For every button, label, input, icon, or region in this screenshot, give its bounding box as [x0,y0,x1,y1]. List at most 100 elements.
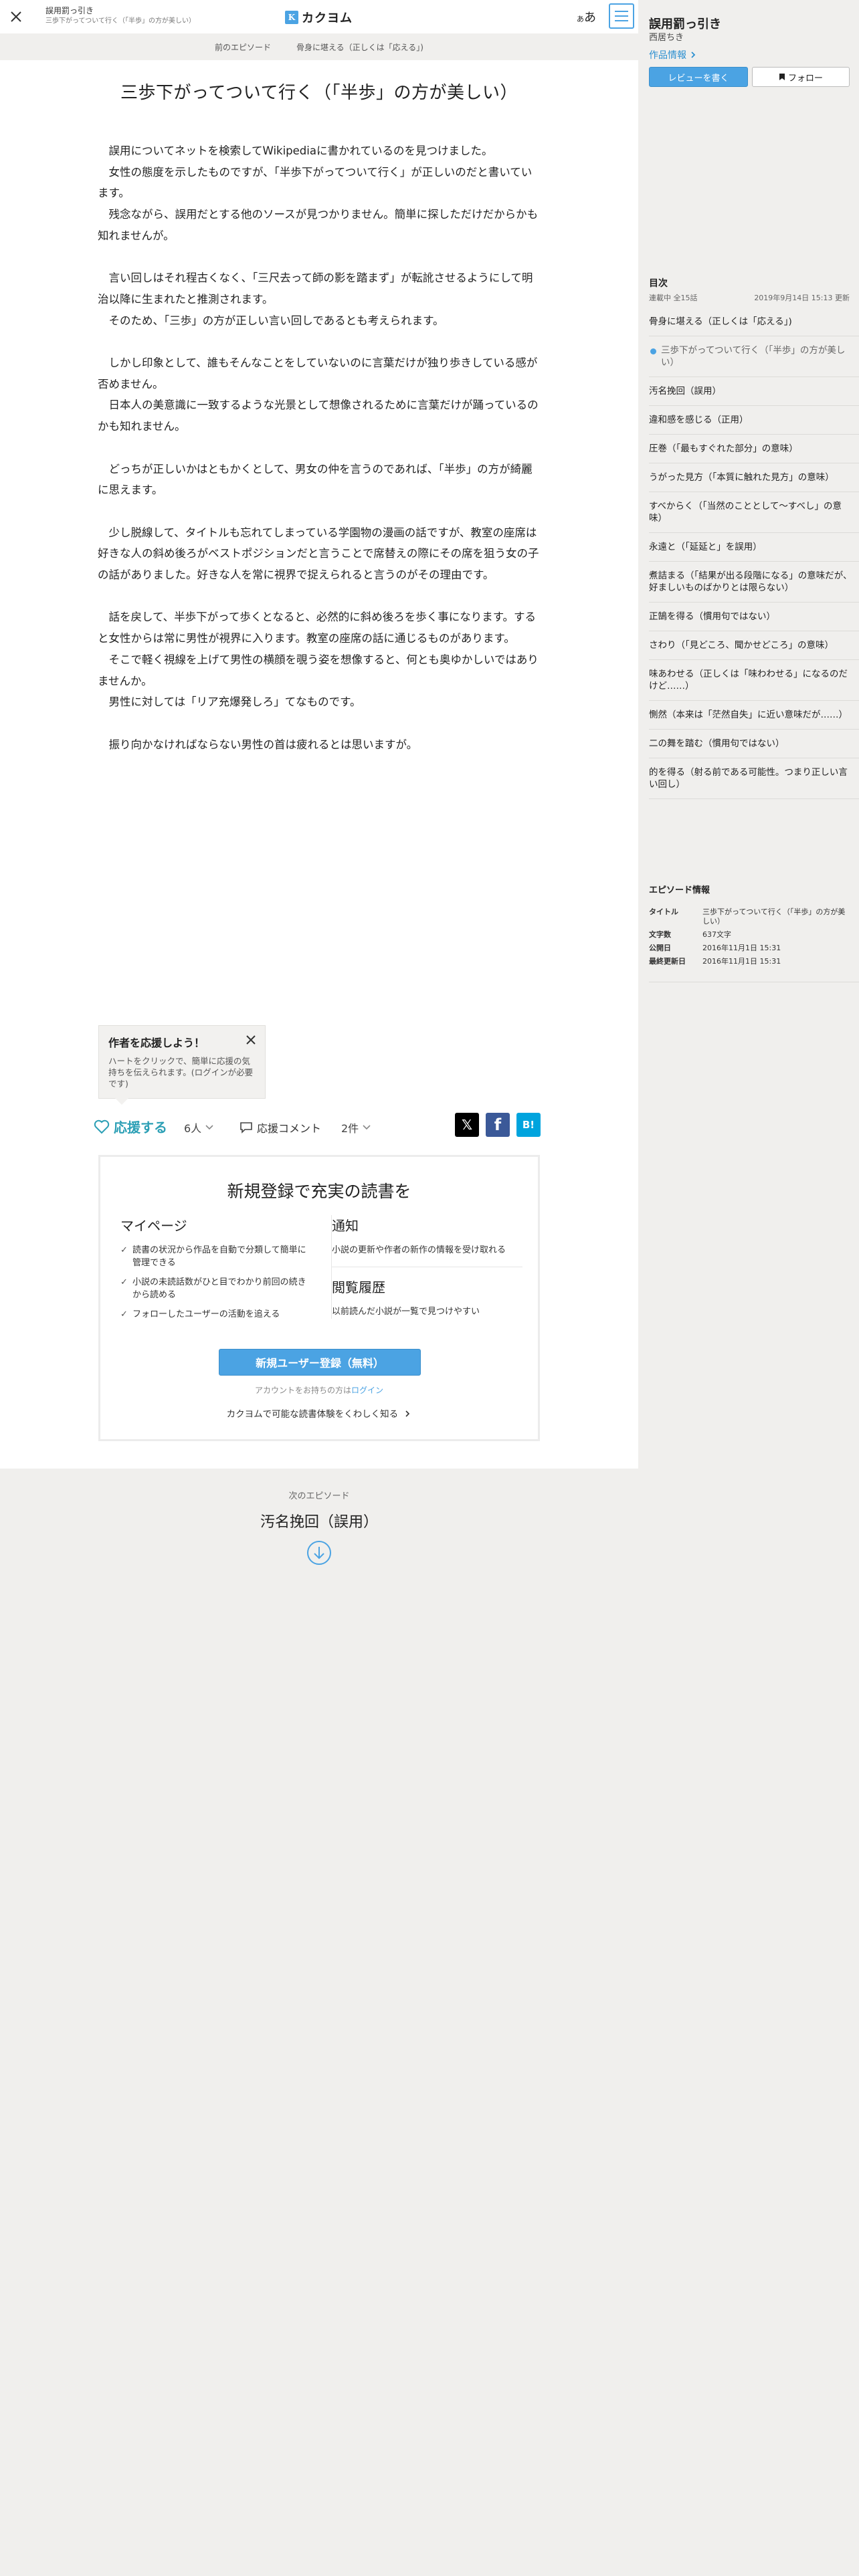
write-review-button[interactable]: レビューを書く [649,67,748,87]
support-tip: 作者を応援しよう！ ハートをクリックで、簡単に応援の気持ちを伝えられます。(ログ… [98,1025,266,1105]
font-toggle-small: あ [577,15,584,23]
prev-episode-label: 前のエピソード [215,42,272,52]
chevron-down-icon [363,1125,371,1130]
info-key: 公開日 [649,944,671,952]
body-paragraph [98,586,541,607]
sidebar-author[interactable]: 西居ちき [649,30,684,43]
toc-item[interactable]: 永遠と（「延延と」を誤用） [649,533,859,562]
episode-info-row: 文字数 637文字 [649,930,850,940]
toc-item[interactable]: 骨身に堪える（正しくは「応える」) [649,308,859,336]
toc-status: 連載中 全15話 [649,294,698,302]
toc-item[interactable]: さわり（「見どころ、聞かせどころ」の意味） [649,631,859,660]
body-paragraph: どっちが正しいかはともかくとして、男女の仲を言うのであれば、「半歩」の方が綺麗に… [98,462,533,497]
mypage-heading: マイページ [120,1218,187,1234]
notify-heading: 通知 [332,1218,359,1234]
mypage-item: フォローしたユーザーの活動を追える [120,1308,314,1321]
register-button[interactable]: 新規ユーザー登録（無料） [219,1349,421,1376]
toc-item[interactable]: 汚名挽回（誤用） [649,377,859,406]
comment-count[interactable]: 2件 [341,1119,372,1136]
episode-actions: 応援する 6人 応援コメント 2件 𝕏 f B! [94,1113,541,1140]
toc-item[interactable]: 三歩下がってついて行く（「半歩」の方が美しい） [649,336,859,377]
toc-item[interactable]: すべからく（「当然のこととして〜すべし」の意味） [649,492,859,533]
close-icon[interactable] [245,1034,257,1046]
info-key: 文字数 [649,930,671,939]
follow-button[interactable]: フォロー [752,67,850,87]
cheer-count[interactable]: 6人 [184,1119,215,1136]
episode-info-row: 最終更新日 2016年11月1日 15:31 [649,957,850,966]
body-paragraph: 男性に対しては「リア充爆発しろ」てなものです。 [108,695,361,709]
body-paragraph [98,331,541,352]
heart-icon [94,1119,110,1134]
signup-title: 新規登録で充実の読書を [227,1182,411,1201]
mypage-column: マイページ 読書の状況から作品を自動で分類して簡単に管理できる 小説の未読話数が… [120,1215,314,1327]
prev-episode-bar[interactable]: 前のエピソード 骨身に堪える（正しくは「応える」) [0,33,638,60]
login-link[interactable]: ログイン [351,1386,383,1395]
work-info-link[interactable]: 作品情報 [649,48,697,62]
mypage-item: 読書の状況から作品を自動で分類して簡単に管理できる [120,1244,314,1269]
share-x-button[interactable]: 𝕏 [455,1113,479,1137]
signup-box: 新規登録で充実の読書を マイページ 読書の状況から作品を自動で分類して簡単に管理… [98,1155,540,1441]
body-paragraph: 誤用についてネットを検索してWikipediaに書かれているのを見つけました。 [108,144,493,157]
font-size-toggle[interactable]: ああ [577,8,596,25]
mypage-item: 小説の未読話数がひと目でわかり前回の続きから読める [120,1276,314,1301]
toc-menu-button[interactable] [609,3,634,29]
tip-title: 作者を応援しよう！ [108,1037,205,1049]
main-column: 誤用罰っ引き 三歩下がってついて行く（「半歩」の方が美しい） K カクヨム ああ… [0,0,638,2576]
logo-mark-icon: K [285,11,298,24]
comment-label: 応援コメント [257,1122,322,1135]
tip-text: ハートをクリックで、簡単に応援の気持ちを伝えられます。(ログインが必要です) [108,1056,254,1089]
episode-info-row: タイトル 三歩下がってついて行く（「半歩」の方が美しい） [649,907,850,926]
body-paragraph: 少し脱線して、タイトルも忘れてしまっている学園物の漫画の話ですが、教室の座席は好… [98,526,539,581]
history-heading: 閲覧履歴 [332,1279,385,1295]
next-episode-label: 次のエピソード [288,1491,350,1501]
toc-item[interactable]: うがった見方（「本質に触れた見方」の意味） [649,463,859,492]
next-episode-title[interactable]: 汚名挽回（誤用） [0,1510,638,1531]
toc-item[interactable]: 煮詰まる（「結果が出る段階になる」の意味だが、好ましいものばかりとは限らない） [649,562,859,603]
share-facebook-button[interactable]: f [486,1113,510,1137]
episode-title: 三歩下がってついて行く（「半歩」の方が美しい） [120,83,518,103]
toc-list: 骨身に堪える（正しくは「応える」) 三歩下がってついて行く（「半歩」の方が美しい）… [649,308,859,799]
toc-item[interactable]: 二の舞を踏む（慣用句ではない） [649,730,859,758]
info-value: 637文字 [702,930,731,939]
cheer-count-value: 6人 [184,1122,202,1135]
header-titles[interactable]: 誤用罰っ引き 三歩下がってついて行く（「半歩」の方が美しい） [45,6,195,26]
body-paragraph: 日本人の美意識に一致するような光景として想像されるために言葉だけが踊っているのか… [98,399,539,433]
notify-text: 小説の更新や作者の新作の情報を受け取れる [332,1245,506,1255]
toc-item[interactable]: 惻然（本来は「茫然自失」に近い意味だが……） [649,701,859,730]
arrow-down-circle-icon[interactable] [306,1539,332,1566]
x-icon: 𝕏 [461,1117,473,1133]
history-text: 以前読んだ小説が一覧で見つけやすい [332,1307,480,1317]
toc-item[interactable]: 味あわせる（正しくは「味わわせる」になるのだけど……） [649,660,859,701]
info-value: 三歩下がってついて行く（「半歩」の方が美しい） [702,907,846,926]
body-paragraph: 話を戻して、半歩下がって歩くとなると、必然的に斜め後ろを歩く事になります。すると… [98,611,537,645]
chevron-down-icon [205,1125,213,1130]
toc-item[interactable]: 正鵠を得る（慣用句ではない） [649,603,859,631]
work-info-label: 作品情報 [649,50,686,61]
info-value: 2016年11月1日 15:31 [702,944,781,952]
episode-info-row: 公開日 2016年11月1日 15:31 [649,944,850,953]
comment-count-value: 2件 [341,1122,359,1135]
body-paragraph: 振り向かなければならない男性の首は疲れるとは思いますが。 [108,738,418,751]
login-prefix: アカウントをお持ちの方は [254,1386,351,1395]
facebook-icon: f [494,1115,502,1134]
cheer-button[interactable]: 応援する [94,1117,167,1136]
episode-body: 誤用についてネットを検索してWikipediaに書かれているのを見つけました。女… [98,140,541,755]
episode-page: 誤用罰っ引き 三歩下がってついて行く（「半歩」の方が美しい） K カクヨム ああ… [0,0,638,1469]
features-column: 通知 小説の更新や作者の新作の情報を受け取れる 閲覧履歴 以前読んだ小説が一覧で… [331,1215,522,1319]
learn-more-label: カクヨムで可能な読書体験をくわしく知る [226,1409,399,1420]
hatena-icon: B! [522,1119,535,1131]
cheer-label: 応援する [114,1119,167,1136]
toc-item[interactable]: 圧巻（「最もすぐれた部分」の意味） [649,435,859,463]
header-episode-title: 三歩下がってついて行く（「半歩」の方が美しい） [45,17,195,25]
logo-text: カクヨム [302,11,353,25]
comment-button[interactable]: 応援コメント [240,1119,321,1136]
toc-item[interactable]: 的を得る（射る前である可能性。つまり正しい言い回し） [649,758,859,799]
body-paragraph [98,247,541,268]
toc-item[interactable]: 違和感を感じる（正用） [649,406,859,435]
learn-more-link[interactable]: カクヨムで可能な読書体験をくわしく知る [100,1406,538,1420]
info-key: タイトル [649,907,678,916]
share-hatena-button[interactable]: B! [516,1113,541,1137]
close-icon[interactable] [7,7,25,26]
toc-heading: 目次 [649,278,668,289]
site-logo[interactable]: K カクヨム [285,9,353,26]
